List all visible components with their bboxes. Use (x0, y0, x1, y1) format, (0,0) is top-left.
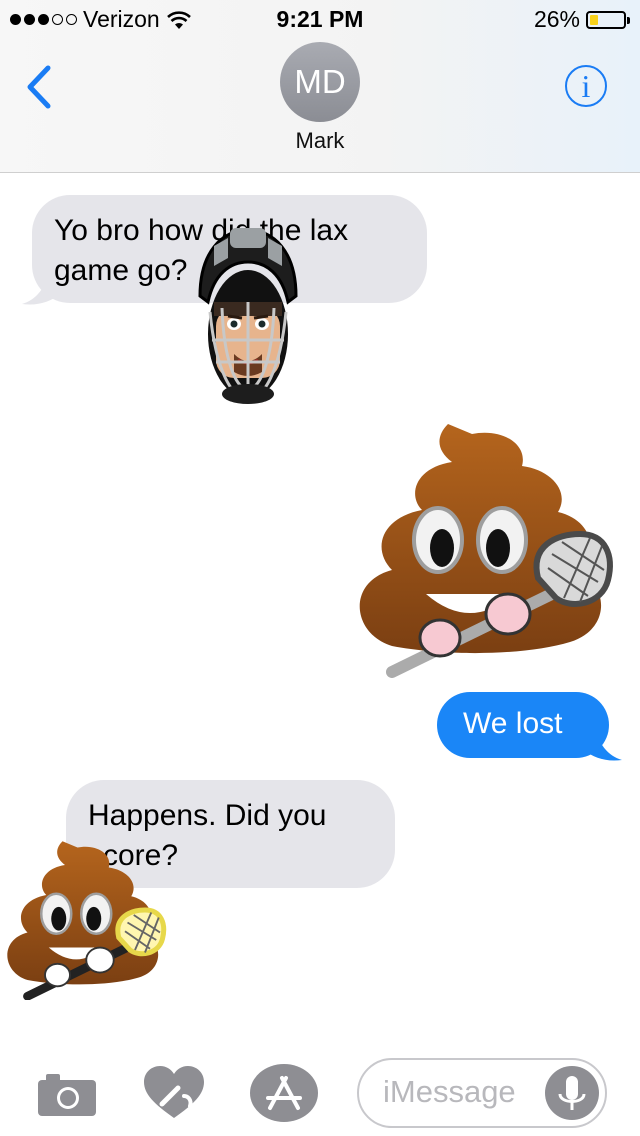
status-bar: Verizon 9:21 PM 26% (0, 6, 640, 36)
chevron-left-icon (27, 65, 51, 109)
conversation-header: Verizon 9:21 PM 26% MD Mark i (0, 0, 640, 173)
battery-percent: 26% (533, 6, 580, 32)
camera-icon[interactable] (38, 1072, 96, 1116)
message-bubble-outgoing[interactable]: We lost (437, 692, 609, 758)
lacrosse-goalie-helmet-sticker[interactable] (192, 222, 304, 412)
microphone-icon (558, 1076, 586, 1110)
battery-group: 26% (533, 6, 630, 33)
microphone-button[interactable] (545, 1066, 599, 1120)
contact-name[interactable]: Mark (0, 128, 640, 154)
message-input-placeholder: iMessage (383, 1074, 516, 1109)
digital-touch-heart-icon[interactable] (144, 1066, 204, 1120)
app-store-icon[interactable] (250, 1064, 318, 1122)
poop-with-lacrosse-stick-sticker[interactable] (2, 840, 168, 1000)
poop-with-lacrosse-stick-sticker[interactable] (352, 422, 616, 678)
battery-icon (586, 10, 630, 29)
message-input[interactable]: iMessage (357, 1058, 607, 1128)
contact-avatar[interactable]: MD (280, 42, 360, 122)
back-button[interactable] (20, 64, 60, 110)
info-button[interactable]: i (565, 65, 607, 107)
info-icon: i (581, 67, 591, 104)
